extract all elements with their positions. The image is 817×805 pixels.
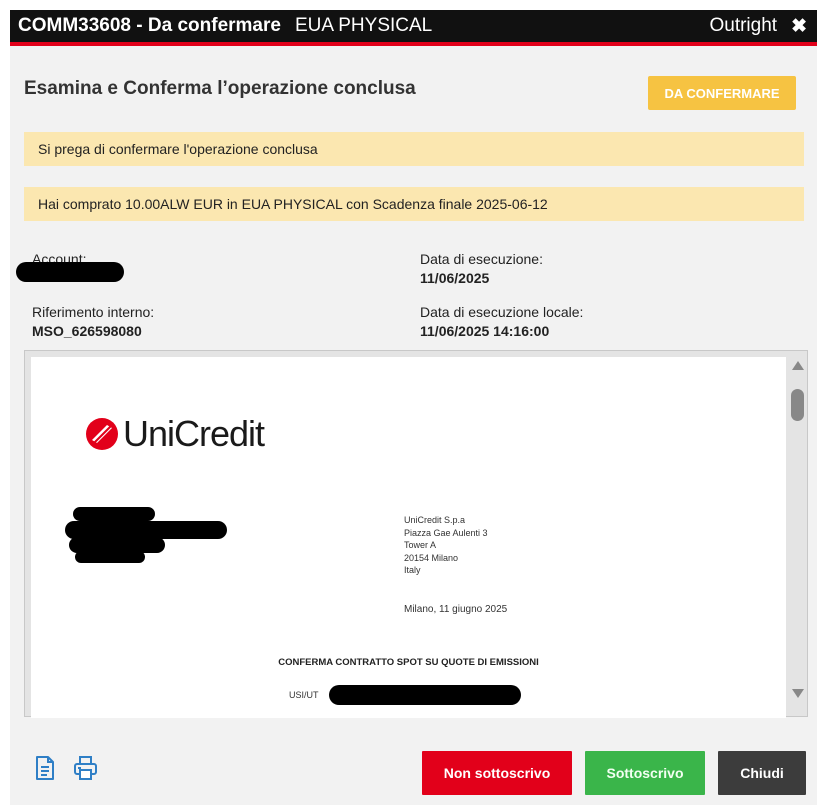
status-badge: DA CONFERMARE	[648, 76, 796, 110]
exec-date-value: 11/06/2025	[420, 270, 490, 286]
bank-address: UniCredit S.p.a Piazza Gae Aulenti 3 Tow…	[404, 514, 488, 577]
address-line: UniCredit S.p.a	[404, 515, 466, 525]
address-line: 20154 Milano	[404, 552, 459, 563]
notice-confirm-request: Si prega di confermare l'operazione conc…	[24, 132, 804, 166]
close-icon[interactable]: ✖	[791, 15, 807, 38]
confirmation-panel: Esamina e Conferma l’operazione conclusa…	[10, 46, 817, 805]
product-name: EUA PHYSICAL	[294, 15, 433, 36]
document-page: UniCredit UniCredit S.p.a Piazza Gae Aul…	[31, 357, 786, 718]
scroll-up-arrow-icon[interactable]	[792, 361, 804, 370]
usi-label: USI/UT	[289, 690, 319, 700]
address-line: Piazza Gae Aulenti 3	[404, 527, 488, 538]
print-icon[interactable]	[72, 754, 98, 782]
document-scrollbar[interactable]	[789, 351, 807, 716]
document-place-date: Milano, 11 giugno 2025	[404, 604, 508, 615]
internal-ref-value: MSO_626598080	[32, 323, 142, 339]
internal-ref-label: Riferimento interno:	[32, 304, 155, 320]
window-titlebar: COMM33608 - Da confermare EUA PHYSICAL O…	[10, 10, 817, 46]
recipient-redacted	[73, 507, 155, 521]
document-icon[interactable]	[32, 754, 58, 782]
notice-trade-summary: Hai comprato 10.00ALW EUR in EUA PHYSICA…	[24, 187, 804, 221]
recipient-redacted	[75, 551, 145, 563]
document-title: CONFERMA CONTRATTO SPOT SU QUOTE DI EMIS…	[278, 657, 539, 668]
footer-icons	[32, 754, 98, 782]
title-separator: -	[131, 15, 148, 36]
local-exec-value: 11/06/2025 14:16:00	[420, 323, 550, 339]
trade-type: Outright	[709, 15, 778, 36]
usi-value-redacted	[329, 685, 521, 705]
scroll-thumb[interactable]	[791, 389, 804, 421]
accept-button[interactable]: Sottoscrivo	[585, 751, 705, 795]
account-value-redacted	[16, 262, 124, 282]
unicredit-logo-icon	[86, 418, 118, 450]
address-line: Tower A	[404, 540, 437, 550]
reject-button[interactable]: Non sottoscrivo	[422, 751, 572, 795]
page-title: Esamina e Conferma l’operazione conclusa	[24, 78, 416, 99]
address-line: Italy	[404, 565, 421, 575]
scroll-down-arrow-icon[interactable]	[792, 689, 804, 698]
close-button[interactable]: Chiudi	[718, 751, 806, 795]
trade-status: Da confermare	[147, 15, 281, 36]
exec-date-label: Data di esecuzione:	[420, 251, 543, 267]
document-viewer[interactable]: UniCredit UniCredit S.p.a Piazza Gae Aul…	[24, 350, 808, 718]
unicredit-logo: UniCredit	[85, 413, 265, 455]
local-exec-label: Data di esecuzione locale:	[420, 304, 584, 320]
trade-code: COMM33608	[18, 15, 131, 36]
logo-text: UniCredit	[123, 413, 265, 454]
